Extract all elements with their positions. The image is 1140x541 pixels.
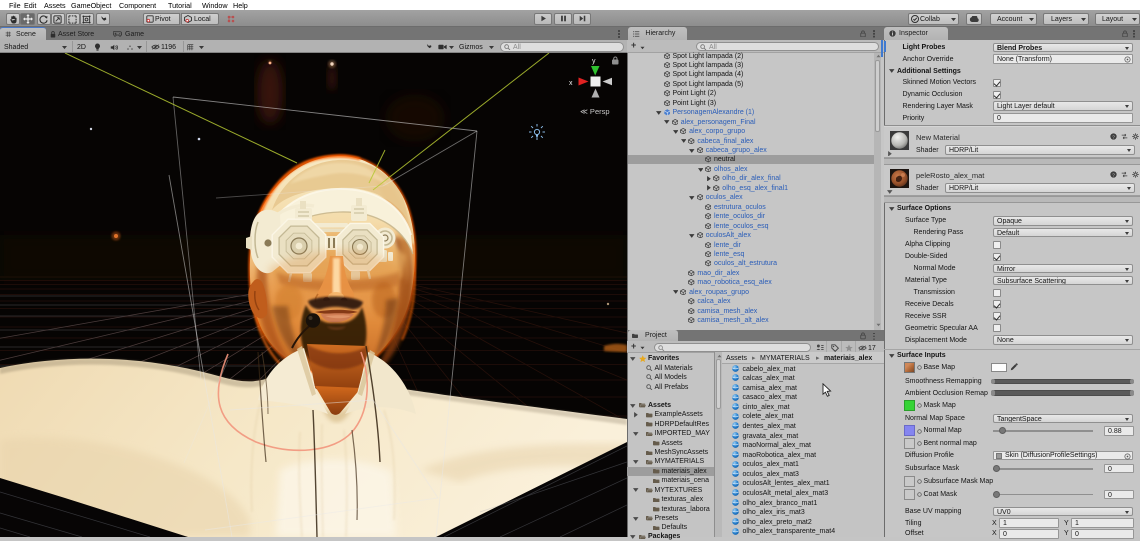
svg-text:x: x <box>569 80 573 87</box>
svg-text:?: ? <box>1112 134 1115 140</box>
svg-text:≪ Persp: ≪ Persp <box>580 107 610 116</box>
svg-text:y: y <box>592 58 596 65</box>
svg-text:?: ? <box>1112 172 1115 178</box>
